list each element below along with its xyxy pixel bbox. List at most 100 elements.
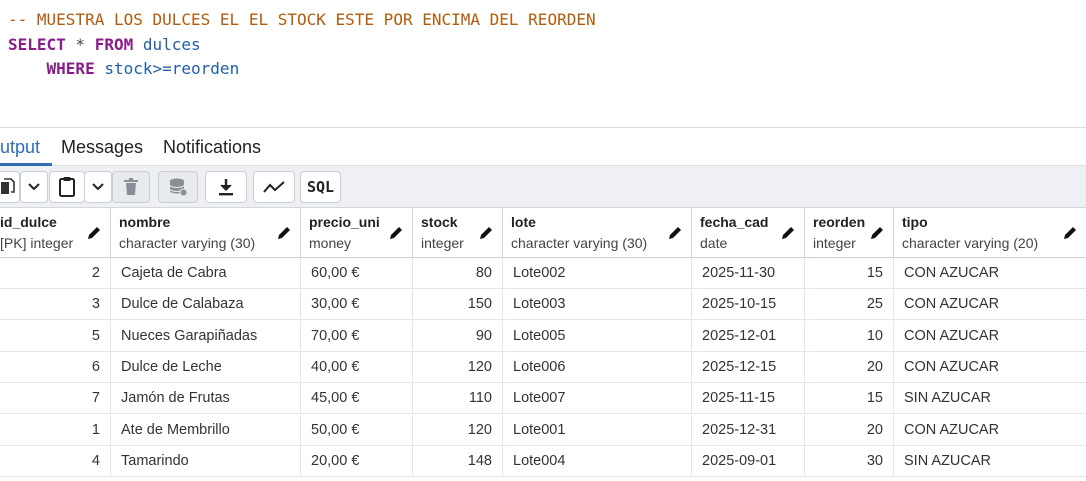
cell-id-dulce[interactable]: 5 — [0, 320, 111, 352]
cell-stock[interactable]: 110 — [413, 383, 503, 415]
sql-indent — [8, 59, 47, 78]
cell-precio-uni[interactable]: 70,00 € — [301, 320, 413, 352]
cell-precio-uni[interactable]: 40,00 € — [301, 351, 413, 383]
cell-fecha-cad[interactable]: 2025-12-01 — [692, 320, 805, 352]
cell-lote[interactable]: Lote006 — [503, 351, 692, 383]
cell-id-dulce[interactable]: 1 — [0, 414, 111, 446]
cell-tipo[interactable]: CON AZUCAR — [894, 352, 1086, 383]
cell-tipo[interactable]: SIN AZUCAR — [894, 446, 1086, 477]
cell-reorden[interactable]: 20 — [805, 414, 894, 446]
sql-condition: stock>=reorden — [94, 59, 240, 78]
sql-editor[interactable]: -- MUESTRA LOS DULCES EL EL STOCK ESTE P… — [0, 0, 1086, 128]
cell-id-dulce[interactable]: 3 — [0, 289, 111, 321]
edit-pencil-icon[interactable] — [276, 225, 292, 241]
edit-pencil-icon[interactable] — [388, 225, 404, 241]
cell-tipo[interactable]: CON AZUCAR — [894, 289, 1086, 320]
cell-fecha-cad[interactable]: 2025-12-31 — [692, 414, 805, 446]
delete-button[interactable] — [112, 171, 150, 203]
edit-pencil-icon[interactable] — [667, 225, 683, 241]
cell-precio-uni[interactable]: 50,00 € — [301, 414, 413, 446]
column-header-precio-uni[interactable]: precio_uni money — [301, 208, 413, 258]
tab-messages[interactable]: Messages — [61, 137, 143, 158]
column-header-id-dulce[interactable]: id_dulce [PK] integer — [0, 208, 111, 258]
cell-reorden[interactable]: 20 — [805, 351, 894, 383]
cell-nombre[interactable]: Nueces Garapiñadas — [111, 320, 301, 352]
table-row[interactable]: 3 Dulce de Calabaza 30,00 €150 Lote003 2025-… — [0, 289, 1086, 321]
cell-fecha-cad[interactable]: 2025-11-15 — [692, 383, 805, 415]
cell-lote[interactable]: Lote002 — [503, 258, 692, 289]
cell-nombre[interactable]: Tamarindo — [111, 445, 301, 477]
cell-precio-uni[interactable]: 20,00 € — [301, 445, 413, 477]
sql-button-label: SQL — [306, 178, 335, 196]
cell-tipo[interactable]: CON AZUCAR — [894, 258, 1086, 289]
sql-table-name: dulces — [133, 35, 201, 54]
tab-notifications[interactable]: Notifications — [163, 137, 261, 158]
cell-lote[interactable]: Lote005 — [503, 320, 692, 352]
paste-button[interactable] — [49, 171, 85, 203]
cell-id-dulce[interactable]: 4 — [0, 445, 111, 477]
cell-lote[interactable]: Lote004 — [503, 445, 692, 477]
edit-pencil-icon[interactable] — [869, 225, 885, 241]
column-header-fecha-cad[interactable]: fecha_cad date — [692, 208, 805, 258]
cell-nombre[interactable]: Dulce de Leche — [111, 351, 301, 383]
save-data-button[interactable] — [158, 171, 198, 203]
cell-stock[interactable]: 90 — [413, 320, 503, 352]
cell-reorden[interactable]: 15 — [805, 383, 894, 415]
cell-precio-uni[interactable]: 60,00 € — [301, 258, 413, 289]
cell-stock[interactable]: 148 — [413, 445, 503, 477]
tab-output[interactable]: utput — [0, 137, 40, 158]
cell-reorden[interactable]: 25 — [805, 289, 894, 321]
cell-nombre[interactable]: Ate de Membrillo — [111, 414, 301, 446]
paste-options-button[interactable] — [84, 171, 112, 203]
cell-nombre[interactable]: Dulce de Calabaza — [111, 289, 301, 321]
table-row[interactable]: 4 Tamarindo 20,00 €148 Lote004 2025-09-01 30 S… — [0, 445, 1086, 477]
table-row[interactable]: 7 Jamón de Frutas 45,00 €110 Lote007 2025-11… — [0, 383, 1086, 415]
cell-nombre[interactable]: Jamón de Frutas — [111, 383, 301, 415]
edit-pencil-icon[interactable] — [86, 225, 102, 241]
cell-stock[interactable]: 120 — [413, 351, 503, 383]
cell-lote[interactable]: Lote003 — [503, 289, 692, 321]
cell-id-dulce[interactable]: 2 — [0, 258, 111, 289]
table-row[interactable]: 1 Ate de Membrillo 50,00 €120 Lote001 2025-1… — [0, 414, 1086, 446]
copy-button[interactable] — [0, 171, 20, 203]
cell-reorden[interactable]: 15 — [805, 258, 894, 289]
cell-id-dulce[interactable]: 7 — [0, 383, 111, 415]
table-row[interactable]: 2 Cajeta de Cabra 60,00 €80 Lote002 2025-11-… — [0, 258, 1086, 289]
cell-fecha-cad[interactable]: 2025-12-15 — [692, 351, 805, 383]
cell-fecha-cad[interactable]: 2025-11-30 — [692, 258, 805, 289]
table-row[interactable]: 6 Dulce de Leche 40,00 €120 Lote006 2025-12-… — [0, 351, 1086, 383]
cell-id-dulce[interactable]: 6 — [0, 351, 111, 383]
copy-options-button[interactable] — [20, 171, 48, 203]
edit-pencil-icon[interactable] — [478, 225, 494, 241]
cell-reorden[interactable]: 30 — [805, 445, 894, 477]
cell-tipo[interactable]: CON AZUCAR — [894, 415, 1086, 446]
sql-button[interactable]: SQL — [300, 171, 341, 203]
cell-reorden[interactable]: 10 — [805, 320, 894, 352]
graph-visualiser-button[interactable] — [253, 171, 295, 203]
cell-precio-uni[interactable]: 45,00 € — [301, 383, 413, 415]
edit-pencil-icon[interactable] — [780, 225, 796, 241]
table-row[interactable]: 5 Nueces Garapiñadas 70,00 €90 Lote005 2025-… — [0, 320, 1086, 352]
column-header-tipo[interactable]: tipo character varying (20) — [894, 208, 1086, 258]
cell-stock[interactable]: 150 — [413, 289, 503, 321]
cell-stock[interactable]: 120 — [413, 414, 503, 446]
chevron-down-icon — [92, 183, 104, 191]
edit-pencil-icon[interactable] — [1062, 225, 1078, 241]
column-name: id_dulce — [0, 214, 57, 230]
cell-fecha-cad[interactable]: 2025-10-15 — [692, 289, 805, 321]
paste-icon — [59, 177, 75, 197]
cell-tipo[interactable]: CON AZUCAR — [894, 321, 1086, 352]
cell-lote[interactable]: Lote001 — [503, 414, 692, 446]
column-name: tipo — [902, 214, 928, 230]
column-header-lote[interactable]: lote character varying (30) — [503, 208, 692, 258]
column-header-reorden[interactable]: reorden integer — [805, 208, 894, 258]
cell-fecha-cad[interactable]: 2025-09-01 — [692, 445, 805, 477]
cell-precio-uni[interactable]: 30,00 € — [301, 289, 413, 321]
cell-tipo[interactable]: SIN AZUCAR — [894, 383, 1086, 414]
column-header-nombre[interactable]: nombre character varying (30) — [111, 208, 301, 258]
cell-lote[interactable]: Lote007 — [503, 383, 692, 415]
download-button[interactable] — [205, 171, 247, 203]
cell-nombre[interactable]: Cajeta de Cabra — [111, 258, 301, 289]
column-header-stock[interactable]: stock integer — [413, 208, 503, 258]
cell-stock[interactable]: 80 — [413, 258, 503, 289]
